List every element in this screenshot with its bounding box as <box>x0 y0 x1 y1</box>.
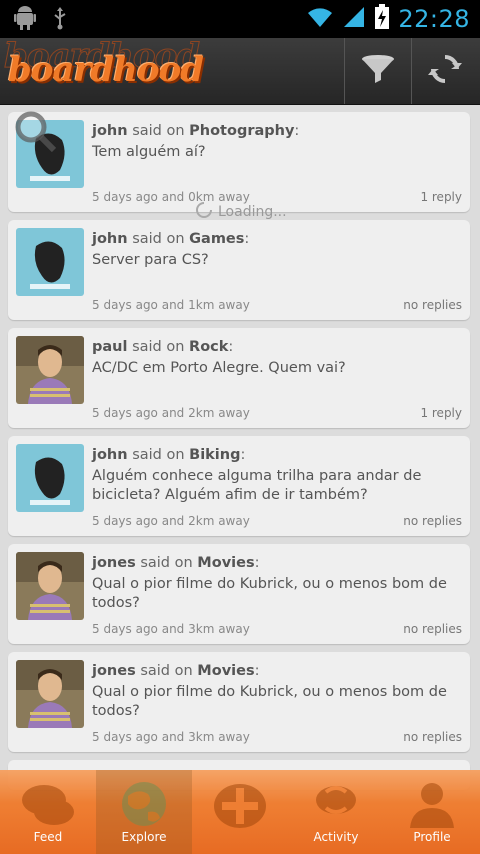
post-said: said on <box>140 663 193 679</box>
post-replies[interactable]: no replies <box>403 514 462 528</box>
search-icon[interactable] <box>14 110 57 156</box>
post-user[interactable]: john <box>92 123 128 139</box>
post-time: 5 days ago and 2km away <box>92 514 250 528</box>
tab-label: Activity <box>313 830 359 844</box>
post-time: 5 days ago and 2km away <box>92 406 250 420</box>
tab-add[interactable] <box>192 770 288 854</box>
filter-icon <box>360 53 396 89</box>
usb-icon <box>52 6 68 34</box>
post-card[interactable]: john said on Biking: Alguém conhece algu… <box>8 436 470 536</box>
post-text: Qual o pior filme do Kubrick, ou o menos… <box>92 576 447 611</box>
post-said: said on <box>132 339 185 355</box>
loading-indicator: Loading... <box>196 202 287 222</box>
post-replies[interactable]: 1 reply <box>420 190 462 204</box>
avatar[interactable] <box>16 336 84 404</box>
tab-label: Feed <box>33 830 63 844</box>
avatar[interactable] <box>16 444 84 512</box>
tab-label: Profile <box>413 830 451 844</box>
post-topic[interactable]: Movies <box>197 555 254 571</box>
avatar[interactable] <box>16 660 84 728</box>
tab-explore[interactable]: Explore <box>96 770 192 854</box>
globe-icon <box>122 782 166 826</box>
post-said: said on <box>132 447 185 463</box>
refresh-icon <box>428 52 462 90</box>
tab-label: Explore <box>121 830 167 844</box>
post-card[interactable]: jones said on Movies: Qual o pior filme … <box>8 544 470 644</box>
post-said: said on <box>140 555 193 571</box>
spinner-icon <box>196 202 212 222</box>
bottom-tab-bar: Feed Explore Activity Profile <box>0 770 480 854</box>
tab-profile[interactable]: Profile <box>384 770 480 854</box>
post-topic[interactable]: Movies <box>197 663 254 679</box>
post-replies[interactable]: no replies <box>403 730 462 744</box>
activity-icon <box>316 786 356 814</box>
post-topic[interactable]: Games <box>189 231 244 247</box>
post-time: 5 days ago and 3km away <box>92 622 250 636</box>
loading-text: Loading... <box>218 204 287 220</box>
post-replies[interactable]: 1 reply <box>420 406 462 420</box>
post-topic[interactable]: Rock <box>189 339 228 355</box>
post-text: Server para CS? <box>92 252 209 268</box>
post-card[interactable]: paul said on Rock: AC/DC em Porto Alegre… <box>8 328 470 428</box>
android-debug-icon <box>14 6 36 34</box>
post-text: AC/DC em Porto Alegre. Quem vai? <box>92 360 346 376</box>
post-card[interactable]: john said on Games: Server para CS? 5 da… <box>8 220 470 320</box>
add-icon <box>214 784 266 828</box>
post-topic[interactable]: Biking <box>189 447 240 463</box>
post-time: 5 days ago and 3km away <box>92 730 250 744</box>
post-user[interactable]: john <box>92 447 128 463</box>
refresh-button[interactable] <box>411 38 478 104</box>
wifi-icon <box>306 5 334 33</box>
post-said: said on <box>132 123 185 139</box>
post-text: Alguém conhece alguma trilha para andar … <box>92 468 422 503</box>
app-bar: boardhood boardhood <box>0 36 480 105</box>
status-bar: 22:28 <box>0 0 480 38</box>
post-card[interactable]: john said on Photography: Tem alguém aí?… <box>8 112 470 212</box>
tab-feed[interactable]: Feed <box>0 770 96 854</box>
chat-bubbles-icon <box>22 785 74 825</box>
post-user[interactable]: paul <box>92 339 127 355</box>
post-text: Qual o pior filme do Kubrick, ou o menos… <box>92 684 447 719</box>
signal-icon <box>342 5 366 33</box>
filter-button[interactable] <box>344 38 411 104</box>
profile-icon <box>410 783 454 828</box>
post-user[interactable]: jones <box>92 663 136 679</box>
post-time: 5 days ago and 1km away <box>92 298 250 312</box>
post-user[interactable]: john <box>92 231 128 247</box>
post-topic[interactable]: Photography <box>189 123 294 139</box>
post-replies[interactable]: no replies <box>403 298 462 312</box>
tab-activity[interactable]: Activity <box>288 770 384 854</box>
app-logo: boardhood <box>8 50 204 90</box>
post-text: Tem alguém aí? <box>92 144 206 160</box>
avatar[interactable] <box>16 552 84 620</box>
post-said: said on <box>132 231 185 247</box>
avatar[interactable] <box>16 228 84 296</box>
post-replies[interactable]: no replies <box>403 622 462 636</box>
post-user[interactable]: jones <box>92 555 136 571</box>
battery-icon <box>374 4 390 34</box>
post-card[interactable]: jones said on Movies: Qual o pior filme … <box>8 652 470 752</box>
status-clock: 22:28 <box>398 5 470 33</box>
